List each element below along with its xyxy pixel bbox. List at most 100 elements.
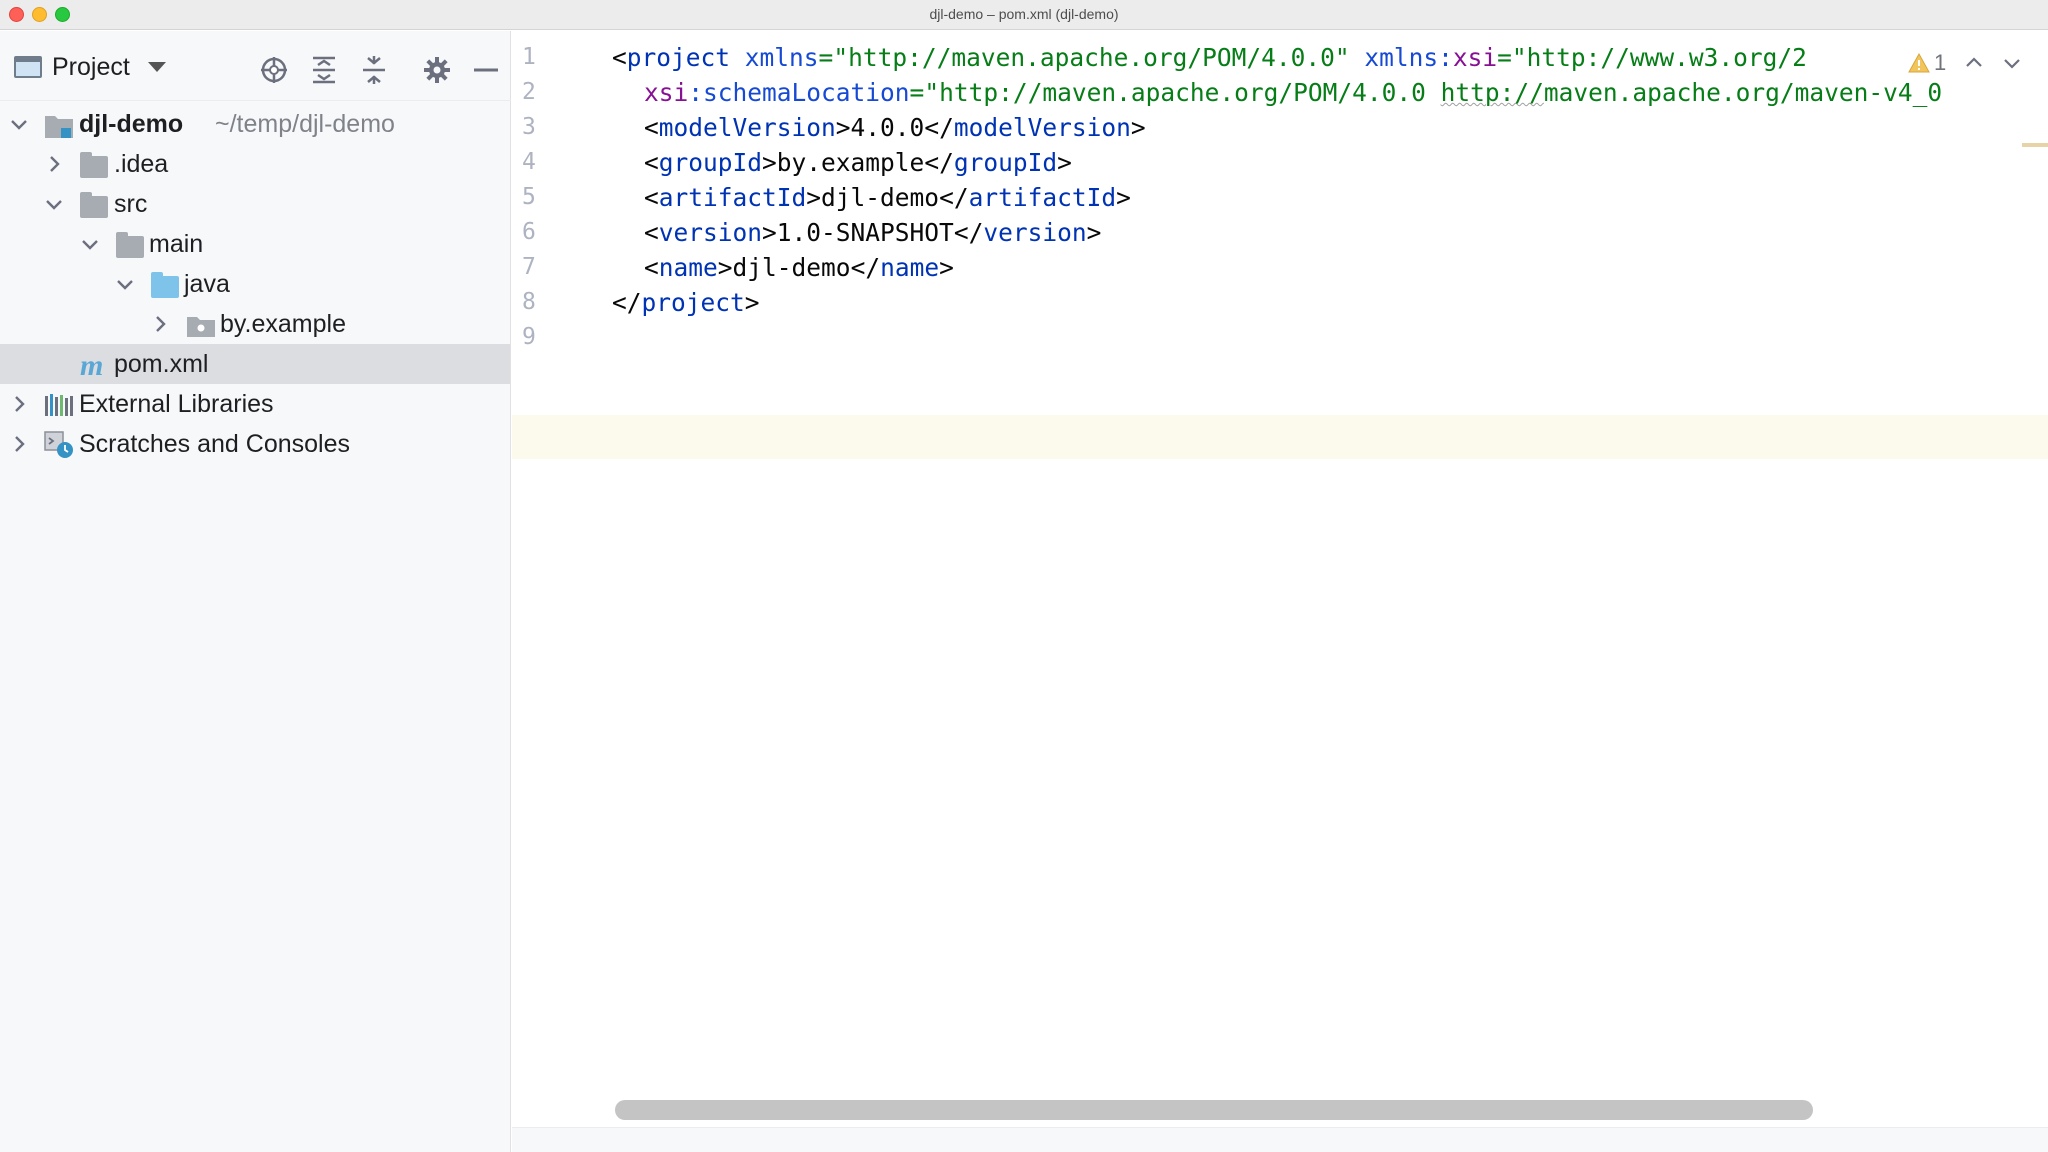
code-token: by.example [776, 148, 925, 177]
project-tree: djl-demo ~/temp/djl-demo .idea src main … [0, 104, 510, 464]
code-token: = [818, 43, 834, 72]
chevron-down-icon[interactable] [78, 232, 102, 256]
code-token: "http://maven.apache.org/POM/4.0.0" [833, 43, 1350, 72]
folder-icon [80, 152, 108, 178]
project-view-label: Project [52, 52, 130, 81]
code-token: version [983, 218, 1087, 247]
minimize-icon [474, 68, 498, 72]
window-title: djl-demo – pom.xml (djl-demo) [929, 6, 1119, 22]
code-token: xmlns [730, 43, 819, 72]
code-token: project [641, 288, 745, 317]
chevron-down-icon[interactable] [7, 112, 31, 136]
line-number: 3 [522, 114, 536, 140]
expand-all-button[interactable] [307, 53, 341, 87]
code-token: artifactId [968, 183, 1117, 212]
code-token: groupId [953, 148, 1058, 177]
tree-item-label: djl-demo [79, 109, 184, 138]
tree-item-src[interactable]: src [0, 184, 510, 224]
code-token: groupId [658, 148, 763, 177]
warning-icon [1908, 53, 1930, 73]
current-line-highlight [512, 415, 2048, 459]
code-line-3: <modelVersion>4.0.0</modelVersion> [644, 113, 1146, 142]
scratches-icon [44, 430, 76, 460]
code-token: name [658, 253, 718, 282]
code-token: "http://maven.apache.org/POM/4.0.0 [924, 78, 1441, 107]
code-token: modelVersion [953, 113, 1131, 142]
code-editor[interactable]: 1 2 3 4 5 6 7 8 9 <project xmlns="http:/… [512, 31, 2048, 1152]
code-token: djl-demo [821, 183, 940, 212]
code-token: maven.apache.org/maven-v4_0 [1543, 78, 1943, 107]
locate-icon [261, 57, 287, 83]
chevron-right-icon[interactable] [42, 152, 66, 176]
project-tool-window: Project djl-demo ~/temp/djl-demo .idea s… [0, 31, 511, 1152]
tree-item-scratches[interactable]: Scratches and Consoles [0, 424, 510, 464]
tree-item-djl-demo[interactable]: djl-demo ~/temp/djl-demo [0, 104, 510, 144]
code-line-7: <name>djl-demo</name> [644, 253, 954, 282]
chevron-down-icon[interactable] [42, 192, 66, 216]
code-token: artifactId [658, 183, 807, 212]
code-token: : [1438, 43, 1453, 72]
code-token: = [1497, 43, 1512, 72]
code-token: name [880, 253, 940, 282]
collapse-all-button[interactable] [357, 53, 391, 87]
inspections-widget[interactable]: 1 [1904, 45, 2023, 81]
maven-icon: m [80, 349, 104, 382]
chevron-down-icon [147, 62, 166, 72]
tree-item-label: java [184, 269, 230, 298]
project-view-selector[interactable]: Project [14, 47, 166, 87]
locate-file-button[interactable] [257, 53, 291, 87]
error-stripe-marker[interactable] [2022, 143, 2048, 147]
tree-item-label: pom.xml [114, 349, 209, 378]
folder-icon [80, 192, 108, 218]
line-number: 9 [522, 324, 536, 350]
code-token: project [626, 43, 731, 72]
tree-item-label: External Libraries [79, 389, 274, 418]
code-line-2: xsi:schemaLocation="http://maven.apache.… [644, 78, 1942, 107]
tree-item-label: main [149, 229, 204, 258]
collapse-all-icon [363, 56, 385, 84]
tree-item-path: ~/temp/djl-demo [215, 109, 395, 138]
tree-item-label: .idea [114, 149, 169, 178]
chevron-right-icon[interactable] [7, 432, 31, 456]
code-line-1: <project xmlns="http://maven.apache.org/… [612, 43, 1807, 72]
code-line-8: </project> [612, 288, 760, 317]
code-token: 4.0.0 [850, 113, 925, 142]
editor-bottom-strip [512, 1127, 2048, 1152]
line-number: 4 [522, 149, 536, 175]
tree-item-external-libraries[interactable]: External Libraries [0, 384, 510, 424]
project-pane-header: Project [0, 31, 511, 101]
code-line-4: <groupId>by.example</groupId> [644, 148, 1072, 177]
tree-item-pom-xml[interactable]: m pom.xml [0, 344, 510, 384]
horizontal-scrollbar[interactable] [615, 1100, 1813, 1120]
code-token: 1.0-SNAPSHOT [776, 218, 954, 247]
module-folder-icon [44, 113, 74, 139]
chevron-down-icon[interactable] [113, 272, 137, 296]
chevron-right-icon[interactable] [148, 312, 172, 336]
folder-icon [116, 232, 144, 258]
code-token: version [658, 218, 763, 247]
code-token: < [612, 43, 627, 72]
line-number: 8 [522, 289, 536, 315]
tree-item-main[interactable]: main [0, 224, 510, 264]
code-token: xmlns [1349, 43, 1439, 72]
warning-count: 1 [1934, 50, 1947, 75]
hide-pane-button[interactable] [469, 53, 503, 87]
tree-item-idea[interactable]: .idea [0, 144, 510, 184]
line-number: 2 [522, 79, 536, 105]
gear-icon [424, 57, 450, 83]
tree-item-label: Scratches and Consoles [79, 429, 350, 458]
package-icon [186, 314, 216, 338]
tree-item-java[interactable]: java [0, 264, 510, 304]
tree-item-by-example[interactable]: by.example [0, 304, 510, 344]
code-token: djl-demo [732, 253, 851, 282]
code-token: http:// [1440, 78, 1544, 107]
project-window-icon [14, 56, 42, 78]
chevron-up-icon[interactable] [1964, 53, 1984, 73]
options-button[interactable] [420, 53, 454, 87]
code-token: = [909, 78, 925, 107]
chevron-right-icon[interactable] [7, 392, 31, 416]
code-token: xsi [644, 78, 689, 107]
line-number: 5 [522, 184, 536, 210]
chevron-down-icon[interactable] [2002, 53, 2022, 73]
title-bar: djl-demo – pom.xml (djl-demo) [0, 0, 2048, 30]
